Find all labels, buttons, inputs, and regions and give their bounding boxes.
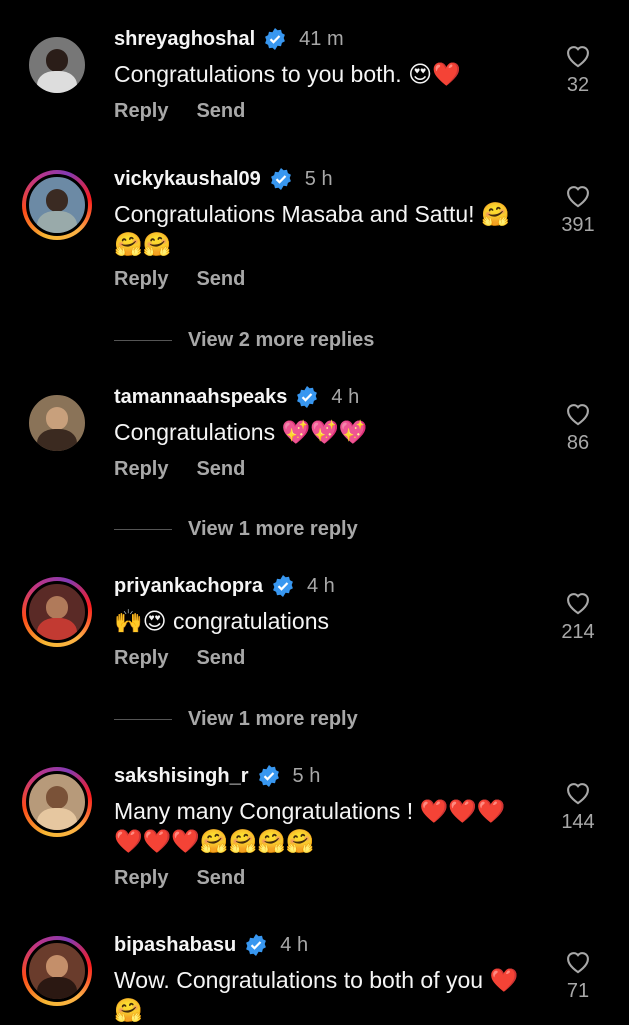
avatar[interactable] xyxy=(22,936,92,1006)
username[interactable]: shreyaghoshal xyxy=(114,28,255,51)
verified-badge-icon xyxy=(270,168,291,190)
comment-text: Congratulations 💖💖💖 xyxy=(114,419,368,445)
username[interactable]: vickykaushal09 xyxy=(114,168,261,191)
comment-header: shreyaghoshal 41 m xyxy=(114,24,344,54)
avatar[interactable] xyxy=(22,30,92,100)
comment-text: Congratulations Masaba and Sattu! 🤗🤗🤗 xyxy=(114,201,510,257)
like-control: 86 xyxy=(556,400,600,455)
reply-button[interactable]: Reply xyxy=(114,100,168,123)
divider xyxy=(114,529,172,530)
like-count: 71 xyxy=(566,980,590,1002)
username[interactable]: bipashabasu xyxy=(114,934,236,957)
view-more-label[interactable]: View 1 more reply xyxy=(188,518,358,541)
comment-text: Wow. Congratulations to both of you ❤️🤗 xyxy=(114,967,519,1023)
comment-text: Many many Congratulations ! ❤️❤️❤️❤️❤️❤️… xyxy=(114,798,506,854)
verified-badge-icon xyxy=(273,575,293,597)
avatar[interactable] xyxy=(22,170,92,240)
avatar[interactable] xyxy=(22,577,92,647)
comment-header: sakshisingh_r 5 h xyxy=(114,761,320,791)
reply-button[interactable]: Reply xyxy=(114,268,168,291)
comment-header: bipashabasu 4 h xyxy=(114,930,308,960)
comment-actions: Reply Send xyxy=(114,268,245,291)
comment-time: 5 h xyxy=(304,167,333,190)
comment-text: 🙌😍 congratulations xyxy=(114,608,329,634)
verified-badge-icon xyxy=(258,765,279,787)
comment-time: 4 h xyxy=(331,385,360,408)
view-more-replies-button[interactable]: View 1 more reply xyxy=(114,518,358,541)
comment-time: 4 h xyxy=(280,933,309,956)
view-more-replies-button[interactable]: View 2 more replies xyxy=(114,329,374,352)
username[interactable]: priyankachopra xyxy=(114,575,263,598)
heart-icon[interactable] xyxy=(564,400,592,426)
verified-badge-icon xyxy=(297,386,318,408)
like-control: 71 xyxy=(556,948,600,1003)
avatar[interactable] xyxy=(22,767,92,837)
username[interactable]: tamannaahspeaks xyxy=(114,386,287,409)
comment-time: 41 m xyxy=(299,27,344,50)
verified-badge-icon xyxy=(246,934,267,956)
reply-button[interactable]: Reply xyxy=(114,647,168,670)
heart-icon[interactable] xyxy=(564,948,592,974)
comment-actions: Reply Send xyxy=(114,100,245,123)
reply-button[interactable]: Reply xyxy=(114,867,168,890)
comment-time: 5 h xyxy=(292,764,321,787)
username[interactable]: sakshisingh_r xyxy=(114,765,249,788)
like-count: 32 xyxy=(566,74,590,96)
comment-header: tamannaahspeaks 4 h xyxy=(114,382,359,412)
divider xyxy=(114,340,172,341)
verified-badge-icon xyxy=(265,28,286,50)
like-count: 86 xyxy=(566,432,590,454)
like-count: 391 xyxy=(561,214,595,236)
comment-text: Congratulations to you both. 😍❤️ xyxy=(114,61,461,87)
like-count: 144 xyxy=(561,811,595,833)
send-button[interactable]: Send xyxy=(196,647,245,670)
heart-icon[interactable] xyxy=(564,42,592,68)
send-button[interactable]: Send xyxy=(196,100,245,123)
like-control: 32 xyxy=(556,42,600,97)
heart-icon[interactable] xyxy=(564,589,592,615)
comment-time: 4 h xyxy=(306,574,335,597)
avatar[interactable] xyxy=(22,388,92,458)
send-button[interactable]: Send xyxy=(196,458,245,481)
like-count: 214 xyxy=(561,621,595,643)
send-button[interactable]: Send xyxy=(196,867,245,890)
divider xyxy=(114,719,172,720)
view-more-replies-button[interactable]: View 1 more reply xyxy=(114,708,358,731)
comment-header: vickykaushal09 5 h xyxy=(114,164,333,194)
heart-icon[interactable] xyxy=(564,779,592,805)
reply-button[interactable]: Reply xyxy=(114,458,168,481)
like-control: 144 xyxy=(556,779,600,834)
heart-icon[interactable] xyxy=(564,182,592,208)
like-control: 214 xyxy=(556,589,600,644)
view-more-label[interactable]: View 2 more replies xyxy=(188,329,374,352)
send-button[interactable]: Send xyxy=(196,268,245,291)
comment-actions: Reply Send xyxy=(114,647,245,670)
comment-actions: Reply Send xyxy=(114,867,245,890)
view-more-label[interactable]: View 1 more reply xyxy=(188,708,358,731)
like-control: 391 xyxy=(556,182,600,237)
comment-actions: Reply Send xyxy=(114,458,245,481)
comment-header: priyankachopra 4 h xyxy=(114,571,335,601)
